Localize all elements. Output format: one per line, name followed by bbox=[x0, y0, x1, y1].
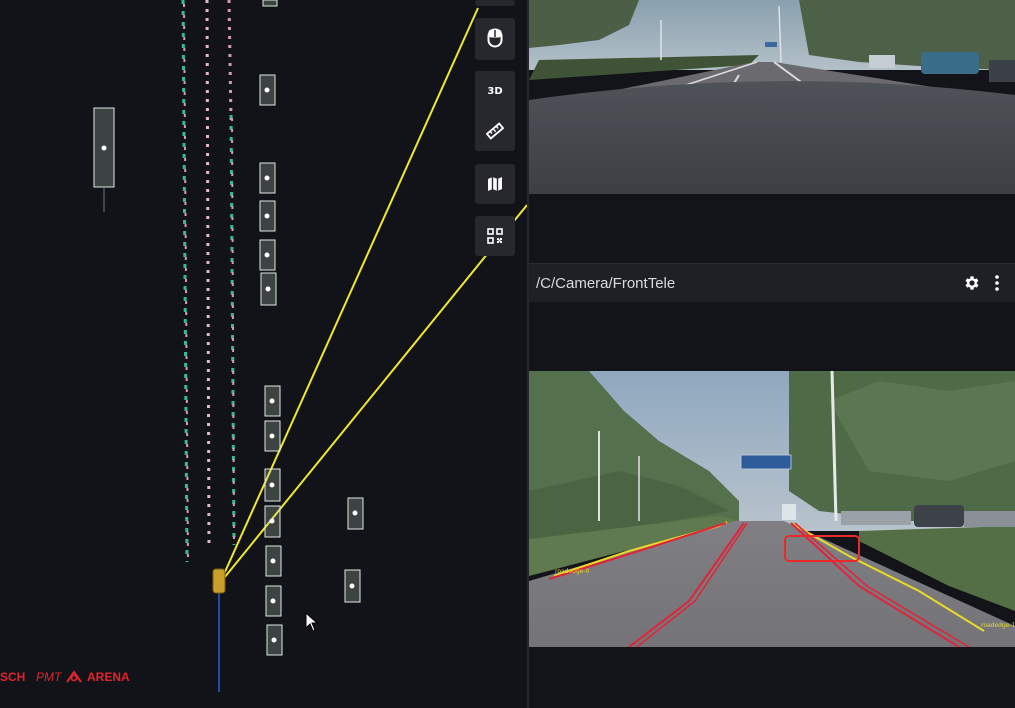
3d-icon: 3D bbox=[487, 85, 503, 97]
arena-logo: ARENA bbox=[87, 670, 130, 684]
toolbar-group-map bbox=[475, 164, 515, 204]
qr-code-icon bbox=[487, 228, 503, 244]
mouse-icon bbox=[487, 28, 503, 48]
toolbar-group-view: 3D bbox=[475, 71, 515, 151]
mouse-mode-button[interactable] bbox=[475, 18, 515, 58]
mouse-cursor-icon bbox=[305, 612, 319, 632]
ruler-icon bbox=[486, 122, 504, 140]
left-roadedge-label: roadedge-0 bbox=[555, 568, 590, 575]
camera-topic-title: /C/Camera/FrontTele bbox=[536, 275, 676, 292]
front-tele-camera-image: roadedge-0 roadedge-1 bbox=[529, 371, 1015, 647]
3d-scene-view[interactable]: 3D SCH PMT ARENA bbox=[0, 0, 527, 708]
vehicle-boxes bbox=[93, 0, 364, 656]
camera-panels: /C/Camera/FrontTele roadedge-0 roadedge-… bbox=[529, 0, 1015, 708]
vehicle-icons bbox=[101, 87, 358, 643]
lane-markers bbox=[181, 0, 236, 563]
map-icon bbox=[488, 177, 502, 191]
toolbar-group-qr bbox=[475, 216, 515, 256]
camera-panel-header: /C/Camera/FrontTele bbox=[529, 263, 1015, 302]
toolbar-group-interaction bbox=[475, 18, 515, 60]
right-roadedge-label: roadedge-1 bbox=[981, 622, 1015, 629]
scene-canvas[interactable] bbox=[0, 0, 527, 708]
measure-button[interactable] bbox=[475, 111, 515, 151]
toolbar-top-stub bbox=[475, 0, 515, 6]
pmt-logo: PMT bbox=[36, 670, 62, 684]
qr-code-button[interactable] bbox=[475, 216, 515, 256]
front-wide-camera-image bbox=[529, 0, 1015, 194]
bosch-logo: SCH bbox=[0, 670, 26, 684]
ego-vehicle bbox=[212, 568, 226, 594]
arena-icon bbox=[66, 670, 82, 683]
3d-view-button[interactable]: 3D bbox=[475, 71, 515, 111]
more-vertical-icon[interactable] bbox=[991, 274, 1003, 292]
map-button[interactable] bbox=[475, 164, 515, 204]
gear-icon[interactable] bbox=[963, 274, 981, 292]
